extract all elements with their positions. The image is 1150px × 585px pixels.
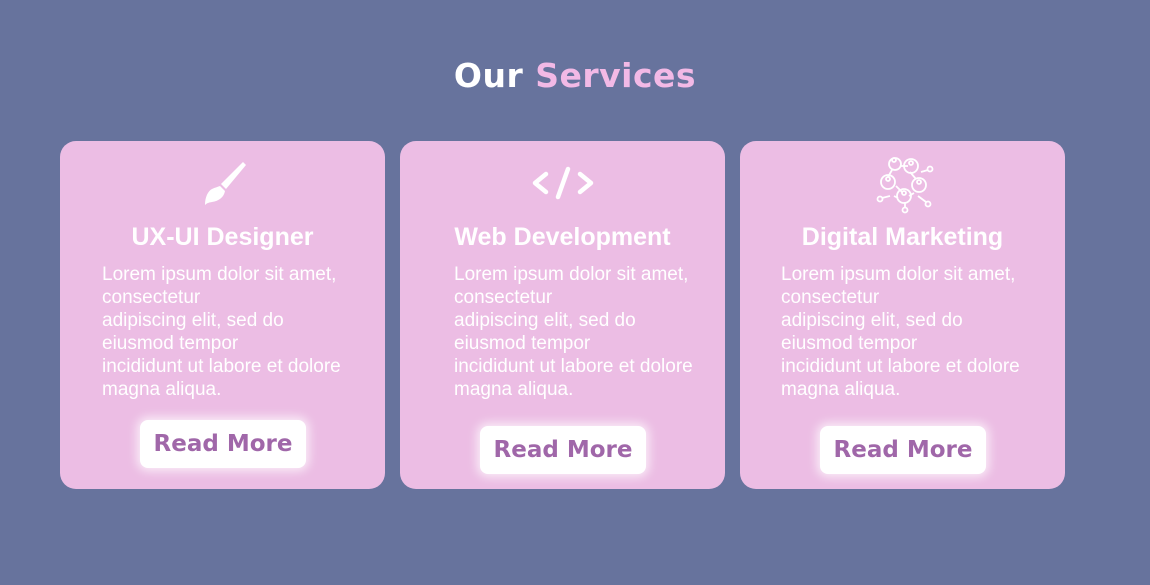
read-more-button[interactable]: Read More — [820, 426, 986, 474]
section-title: Our Services — [0, 56, 1150, 95]
section-title-prefix: Our — [453, 56, 536, 95]
card-description: Lorem ipsum dolor sit amet, consectetur … — [102, 264, 341, 400]
read-more-button[interactable]: Read More — [140, 420, 306, 468]
card-description: Lorem ipsum dolor sit amet, consectetur … — [454, 264, 693, 400]
card-title: Digital Marketing — [801, 223, 1004, 251]
read-more-button[interactable]: Read More — [480, 426, 646, 474]
card-description: Lorem ipsum dolor sit amet, consectetur … — [781, 264, 1020, 400]
network-people-icon — [740, 157, 1065, 214]
service-card-web-dev: Web Development Lorem ipsum dolor sit am… — [400, 141, 725, 489]
code-icon — [400, 157, 725, 209]
section-title-accent: Services — [535, 56, 697, 95]
paintbrush-icon — [60, 157, 385, 209]
code-icon-svg — [532, 166, 593, 200]
service-card-digital-marketing: Digital Marketing Lorem ipsum dolor sit … — [740, 141, 1065, 489]
paintbrush-icon-svg — [204, 162, 246, 205]
card-title: Web Development — [454, 223, 671, 251]
network-people-icon-svg — [876, 157, 933, 214]
service-card-ux-ui: UX-UI Designer Lorem ipsum dolor sit ame… — [60, 141, 385, 489]
card-title: UX-UI Designer — [131, 223, 314, 251]
